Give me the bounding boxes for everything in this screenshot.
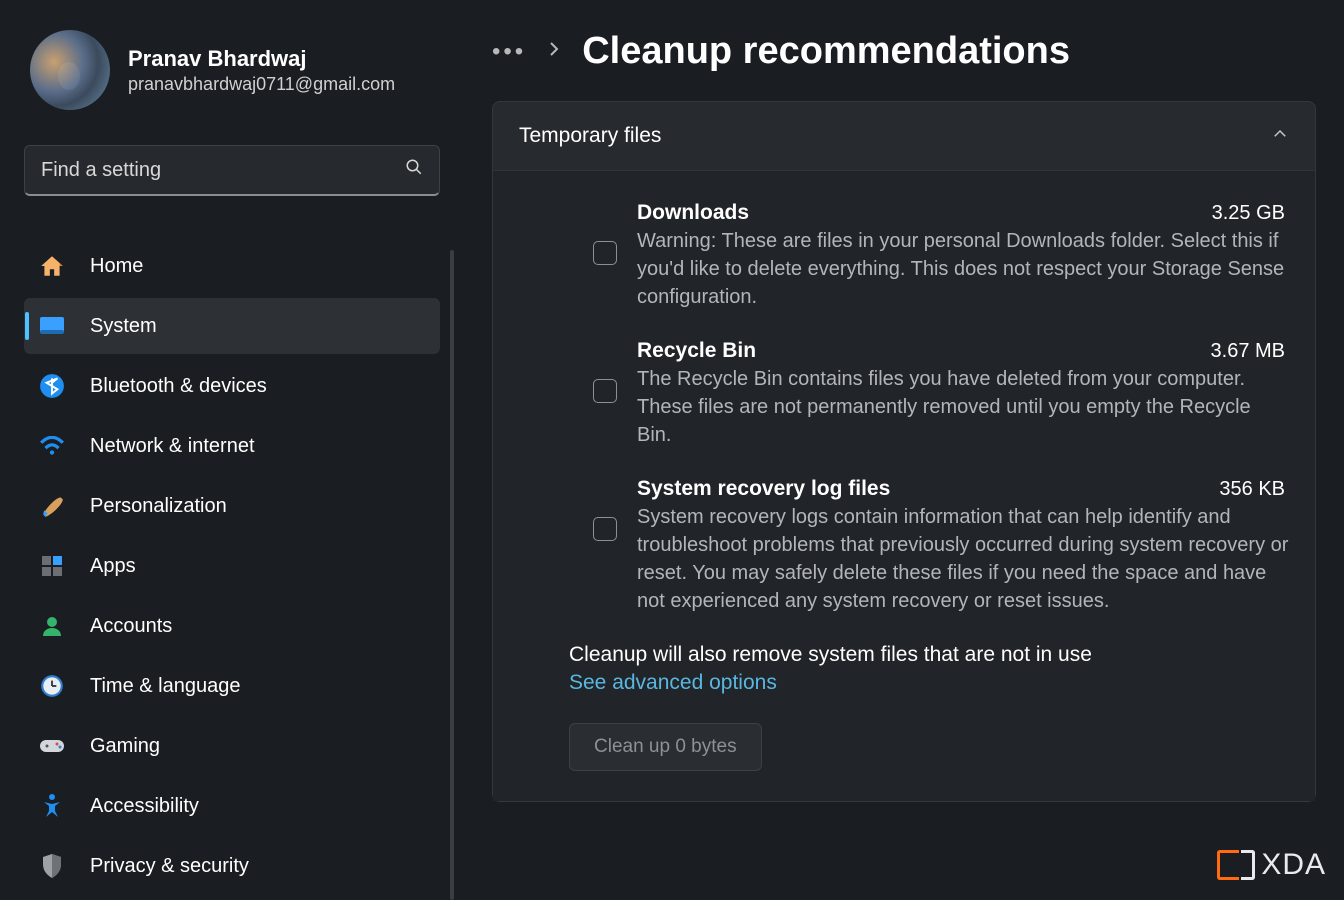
footer-note: Cleanup will also remove system files th… [569,643,1289,667]
person-icon [38,612,66,640]
shield-icon [38,852,66,880]
nav-label: Gaming [90,735,160,758]
nav-personalization[interactable]: Personalization [24,478,440,534]
search-icon [405,158,423,182]
sidebar: Pranav Bhardwaj pranavbhardwaj0711@gmail… [0,0,464,900]
bluetooth-icon [38,372,66,400]
accessibility-icon [38,792,66,820]
system-icon [38,312,66,340]
item-desc: The Recycle Bin contains files you have … [637,365,1289,449]
chevron-up-icon [1271,125,1289,148]
item-size: 356 KB [1219,478,1285,501]
clean-up-button[interactable]: Clean up 0 bytes [569,723,762,771]
brush-icon [38,492,66,520]
card-title: Temporary files [519,124,661,148]
nav-label: Network & internet [90,435,255,458]
xda-watermark: XDA [1217,848,1326,882]
clock-icon [38,672,66,700]
breadcrumb-ellipsis[interactable]: ••• [492,38,526,66]
apps-icon [38,552,66,580]
avatar [30,30,110,110]
nav-accessibility[interactable]: Accessibility [24,778,440,834]
gamepad-icon [38,732,66,760]
breadcrumb: ••• Cleanup recommendations [492,30,1316,73]
nav-accounts[interactable]: Accounts [24,598,440,654]
nav-gaming[interactable]: Gaming [24,718,440,774]
nav-label: Accessibility [90,795,199,818]
profile-email: pranavbhardwaj0711@gmail.com [128,74,395,95]
nav-apps[interactable]: Apps [24,538,440,594]
nav-label: Home [90,255,143,278]
search-field[interactable] [24,145,440,196]
nav-label: Privacy & security [90,855,249,878]
search-input[interactable] [41,159,405,182]
cleanup-item-system-recovery: System recovery log files 356 KB System … [593,477,1289,615]
recycle-bin-checkbox[interactable] [593,379,617,403]
cleanup-item-downloads: Downloads 3.25 GB Warning: These are fil… [593,201,1289,311]
home-icon [38,252,66,280]
downloads-checkbox[interactable] [593,241,617,265]
nav-home[interactable]: Home [24,238,440,294]
nav-bluetooth[interactable]: Bluetooth & devices [24,358,440,414]
nav-label: Apps [90,555,136,578]
xda-bracket-icon [1217,850,1239,880]
item-desc: System recovery logs contain information… [637,503,1289,615]
nav-privacy[interactable]: Privacy & security [24,838,440,894]
main-content: ••• Cleanup recommendations Temporary fi… [464,0,1344,900]
nav-system[interactable]: System [24,298,440,354]
nav-list: Home System Bluetooth & devices Network … [24,238,440,894]
system-recovery-checkbox[interactable] [593,517,617,541]
xda-text: XDA [1261,848,1326,882]
sidebar-scrollbar[interactable] [450,250,454,900]
temporary-files-card: Temporary files Downloads 3.25 GB Warnin… [492,101,1316,802]
item-title: System recovery log files [637,477,890,501]
profile-section[interactable]: Pranav Bhardwaj pranavbhardwaj0711@gmail… [30,30,440,110]
card-header[interactable]: Temporary files [493,102,1315,171]
wifi-icon [38,432,66,460]
nav-label: Time & language [90,675,240,698]
item-title: Downloads [637,201,749,225]
chevron-right-icon [548,41,560,62]
advanced-options-link[interactable]: See advanced options [569,671,777,695]
item-size: 3.25 GB [1212,202,1285,225]
xda-bracket-icon [1241,850,1255,880]
item-title: Recycle Bin [637,339,756,363]
item-size: 3.67 MB [1211,340,1285,363]
nav-label: System [90,315,157,338]
card-body: Downloads 3.25 GB Warning: These are fil… [493,171,1315,801]
nav-time-language[interactable]: Time & language [24,658,440,714]
nav-label: Bluetooth & devices [90,375,267,398]
cleanup-item-recycle-bin: Recycle Bin 3.67 MB The Recycle Bin cont… [593,339,1289,449]
nav-label: Accounts [90,615,172,638]
nav-network[interactable]: Network & internet [24,418,440,474]
nav-label: Personalization [90,495,227,518]
profile-name: Pranav Bhardwaj [128,46,395,72]
item-desc: Warning: These are files in your persona… [637,227,1289,311]
page-title: Cleanup recommendations [582,30,1070,73]
